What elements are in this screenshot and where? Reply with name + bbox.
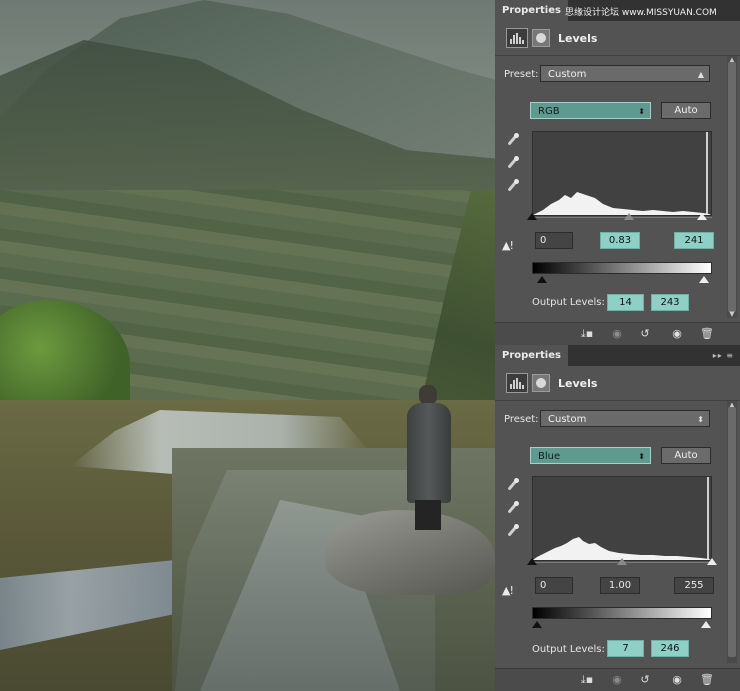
output-black-handle[interactable] xyxy=(536,276,547,283)
input-black-handle[interactable] xyxy=(527,558,537,565)
input-gamma-field[interactable]: 1.00 xyxy=(600,577,640,594)
adjustment-title: Levels xyxy=(558,377,598,390)
panel-footer: ⤓▪ ◉ ↺ ◉ 🗑 xyxy=(495,668,740,691)
updown-arrow-icon: ⬍ xyxy=(638,107,645,116)
gray-point-eyedropper-icon[interactable] xyxy=(504,156,520,172)
input-white-field[interactable]: 255 xyxy=(674,577,714,594)
white-point-eyedropper-icon[interactable] xyxy=(504,179,520,195)
updown-arrow-icon: ⬍ xyxy=(697,415,704,424)
input-black-field[interactable]: 0 xyxy=(535,232,573,249)
panel-tab-bar: Properties 思缘设计论坛 www.MISSYUAN.COM xyxy=(495,0,740,21)
man-head xyxy=(419,385,437,405)
adjustment-title: Levels xyxy=(558,32,598,45)
histogram-warning-icon[interactable]: ▲! xyxy=(502,239,514,252)
levels-histogram xyxy=(532,476,712,561)
output-gradient-bar xyxy=(532,607,712,619)
output-black-field[interactable]: 7 xyxy=(607,640,644,657)
man-legs xyxy=(415,500,441,530)
scroll-thumb[interactable] xyxy=(728,62,736,312)
adjustment-header: Levels xyxy=(495,21,740,56)
double-chevron-menu-icon[interactable]: ▸▸ ≡ xyxy=(713,351,734,360)
preset-select[interactable]: Custom ▲ xyxy=(540,65,710,82)
old-man-figure xyxy=(405,385,453,530)
input-black-field[interactable]: 0 xyxy=(535,577,573,594)
tab-properties[interactable]: Properties xyxy=(495,345,568,366)
output-white-field[interactable]: 243 xyxy=(651,294,689,311)
watermark-text: 思缘设计论坛 www.MISSYUAN.COM xyxy=(565,8,717,18)
input-white-handle[interactable] xyxy=(697,213,708,220)
output-white-handle[interactable] xyxy=(700,621,711,628)
histogram-warning-icon[interactable]: ▲! xyxy=(502,584,514,597)
white-point-eyedropper-icon[interactable] xyxy=(504,524,520,540)
channel-select[interactable]: Blue ⬍ xyxy=(530,447,651,464)
auto-button[interactable]: Auto xyxy=(661,447,711,464)
scroll-thumb[interactable] xyxy=(728,407,736,657)
input-gamma-handle[interactable] xyxy=(624,213,635,220)
panel-scrollbar[interactable]: ▲ ▼ xyxy=(727,56,737,318)
levels-histogram-icon[interactable] xyxy=(506,373,528,393)
output-levels-label: Output Levels: xyxy=(532,297,605,308)
histogram-graph xyxy=(533,477,711,560)
updown-arrow-icon: ⬍ xyxy=(638,452,645,461)
black-point-eyedropper-icon[interactable] xyxy=(504,133,520,149)
channel-value: Blue xyxy=(538,451,561,462)
gray-point-eyedropper-icon[interactable] xyxy=(504,501,520,517)
panel-tab-bar: Properties ▸▸ ≡ xyxy=(495,345,740,366)
levels-histogram xyxy=(532,131,712,216)
channel-select[interactable]: RGB ⬍ xyxy=(530,102,651,119)
layer-mask-icon[interactable] xyxy=(532,374,550,392)
scroll-down-icon[interactable]: ▼ xyxy=(727,310,737,318)
reset-icon[interactable]: ↺ xyxy=(637,327,653,341)
view-previous-icon[interactable]: ◉ xyxy=(609,327,625,341)
visibility-eye-icon[interactable]: ◉ xyxy=(669,673,685,687)
adjustment-header: Levels xyxy=(495,366,740,401)
histogram-graph xyxy=(533,132,711,215)
preset-value: Custom xyxy=(548,414,587,425)
man-coat xyxy=(407,403,451,503)
trash-icon[interactable]: 🗑 xyxy=(699,327,715,341)
channel-value: RGB xyxy=(538,106,560,117)
document-canvas[interactable] xyxy=(0,0,495,691)
panel-footer: ⤓▪ ◉ ↺ ◉ 🗑 xyxy=(495,322,740,345)
input-black-handle[interactable] xyxy=(527,213,537,220)
auto-button[interactable]: Auto xyxy=(661,102,711,119)
input-gamma-handle[interactable] xyxy=(617,558,627,565)
input-white-field[interactable]: 241 xyxy=(674,232,714,249)
layer-mask-icon[interactable] xyxy=(532,29,550,47)
input-white-handle[interactable] xyxy=(707,558,717,565)
clip-to-layer-icon[interactable]: ⤓▪ xyxy=(579,327,595,341)
view-previous-icon[interactable]: ◉ xyxy=(609,673,625,687)
input-gamma-field[interactable]: 0.83 xyxy=(600,232,640,249)
black-point-eyedropper-icon[interactable] xyxy=(504,478,520,494)
output-white-handle[interactable] xyxy=(698,276,709,283)
trash-icon[interactable]: 🗑 xyxy=(699,673,715,687)
properties-panel-rgb: Properties 思缘设计论坛 www.MISSYUAN.COM Level… xyxy=(495,0,740,345)
preset-value: Custom xyxy=(548,69,587,80)
output-levels-label: Output Levels: xyxy=(532,644,605,655)
levels-histogram-icon[interactable] xyxy=(506,28,528,48)
clip-to-layer-icon[interactable]: ⤓▪ xyxy=(579,673,595,687)
output-gradient-bar xyxy=(532,262,712,274)
panel-scrollbar[interactable]: ▲ xyxy=(727,401,737,663)
output-white-field[interactable]: 246 xyxy=(651,640,689,657)
tab-properties[interactable]: Properties xyxy=(495,0,568,21)
properties-panel-blue: Properties ▸▸ ≡ Levels Preset: Custom ⬍ … xyxy=(495,345,740,691)
preset-select[interactable]: Custom ⬍ xyxy=(540,410,710,427)
output-black-handle[interactable] xyxy=(531,621,542,628)
visibility-eye-icon[interactable]: ◉ xyxy=(669,327,685,341)
updown-arrow-icon: ▲ xyxy=(697,70,704,79)
output-black-field[interactable]: 14 xyxy=(607,294,644,311)
preset-label: Preset: xyxy=(504,414,539,425)
input-slider-track xyxy=(532,217,712,218)
preset-label: Preset: xyxy=(504,69,539,80)
reset-icon[interactable]: ↺ xyxy=(637,673,653,687)
